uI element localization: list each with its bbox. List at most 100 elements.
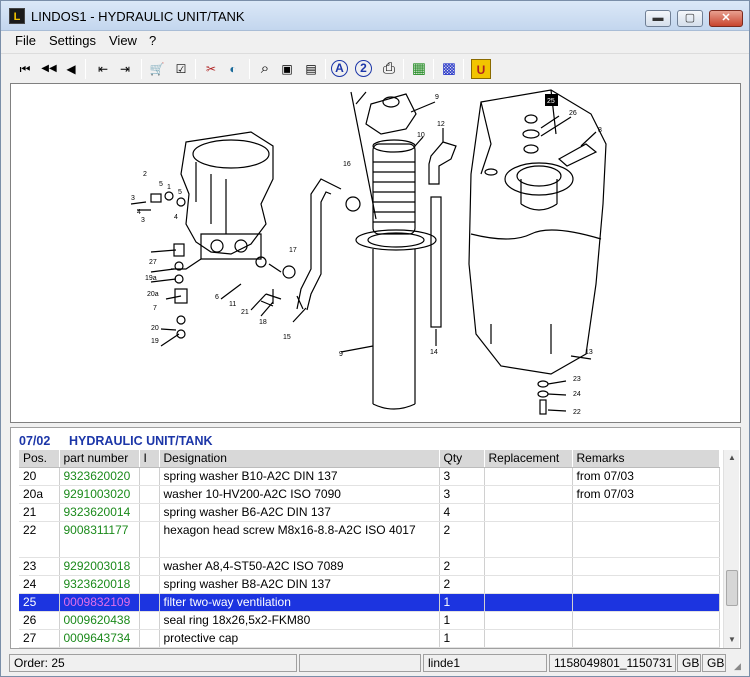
cell-replacement [484,467,573,486]
page-corner-icon[interactable]: ▤ [301,59,321,79]
cell-qty: 1 [439,629,485,648]
cell-pos: 20 [19,467,60,486]
menu-help[interactable]: ? [147,33,158,48]
cell-qty: 2 [439,557,485,576]
search-a-icon[interactable]: A [331,60,348,77]
scroll-thumb[interactable] [726,570,738,606]
title-bar[interactable]: L LINDOS1 - HYDRAULIC UNIT/TANK ▬ ▢ ✕ [1,1,749,31]
col-header-remarks[interactable]: Remarks [572,450,720,468]
table-row[interactable]: 20a 9291003020 washer 10-HV200-A2C ISO 7… [19,485,720,504]
maximize-button[interactable]: ▢ [677,10,703,27]
svg-text:2: 2 [143,171,147,178]
back-fast-icon[interactable]: ◀◀ [39,59,59,79]
book-icon[interactable]: ▦ [409,59,429,79]
resize-grip-icon[interactable]: ◢ [734,661,746,673]
cell-designation: filter two-way ventilation [159,593,440,612]
vertical-scrollbar[interactable]: ▲ ▼ [723,450,739,648]
cell-qty: 1 [439,593,485,612]
tools-icon[interactable]: ✂ [201,59,221,79]
globe-icon[interactable]: ◐ [223,59,243,79]
page-icon[interactable]: ▣ [277,59,297,79]
menu-view[interactable]: View [107,33,139,48]
svg-text:21: 21 [241,309,249,316]
svg-text:18: 18 [259,319,267,326]
svg-text:1: 1 [167,184,171,191]
svg-text:24: 24 [573,391,581,398]
cell-part-number: 9323620014 [59,503,140,522]
close-button[interactable]: ✕ [709,10,743,27]
toolbar-separator [141,59,142,79]
menu-settings[interactable]: Settings [47,33,98,48]
scroll-down-icon[interactable]: ▼ [724,632,740,648]
col-header-pos[interactable]: Pos. [19,450,60,468]
print-icon[interactable]: ⎙ [379,59,399,79]
cell-replacement [484,629,573,648]
status-order: Order: 25 [9,654,297,672]
minimize-button[interactable]: ▬ [645,10,671,27]
table-row[interactable]: 24 9323620018 spring washer B8-A2C DIN 1… [19,575,720,594]
svg-text:20a: 20a [147,291,159,298]
svg-text:26: 26 [569,110,577,117]
import-icon[interactable]: ⇥ [115,59,135,79]
status-field-empty [299,654,421,672]
cell-i [139,485,160,504]
svg-text:4: 4 [137,209,141,216]
status-user: linde1 [423,654,547,672]
toolbar-separator [403,59,404,79]
toolbar-separator [463,59,464,79]
cell-designation: seal ring 18x26,5x2-FKM80 [159,611,440,630]
cell-part-number: 9008311177 [59,521,140,558]
table-row[interactable]: 22 9008311177 hexagon head screw M8x16-8… [19,521,720,558]
cell-designation: spring washer B8-A2C DIN 137 [159,575,440,594]
first-icon[interactable]: ⏮ [15,59,35,79]
svg-text:23: 23 [573,376,581,383]
scroll-up-icon[interactable]: ▲ [724,450,740,466]
toolbar: ⏮ ◀◀ ◀ ⇤ ⇥ 🛒 ☑ ✂ ◐ ⌕ ▣ ▤ A 2 ⎙ ▦ ▩ U [1,53,749,83]
col-header-i[interactable]: I [139,450,160,468]
cell-designation: spring washer B6-A2C DIN 137 [159,503,440,522]
cell-pos: 21 [19,503,60,522]
u-icon[interactable]: U [471,59,491,79]
svg-text:10: 10 [417,132,425,139]
col-header-replacement[interactable]: Replacement [484,450,573,468]
table-row[interactable]: 27 0009643734 protective cap 1 [19,629,720,648]
cell-part-number: 9323620020 [59,467,140,486]
table-row-selected[interactable]: 25 0009832109 filter two-way ventilation… [19,593,720,612]
exploded-parts-drawing[interactable]: 9 10 12 26 8 2 5 1 5 3 4 4 3 16 27 19a 2… [10,83,741,423]
cell-pos: 22 [19,521,60,558]
section-heading: 07/02 HYDRAULIC UNIT/TANK [19,434,213,448]
svg-text:12: 12 [437,121,445,128]
table-row[interactable]: 26 0009620438 seal ring 18x26,5x2-FKM80 … [19,611,720,630]
back-icon[interactable]: ◀ [61,59,81,79]
grid-icon[interactable]: ▩ [439,59,459,79]
cell-pos: 27 [19,629,60,648]
col-header-qty[interactable]: Qty [439,450,485,468]
export-icon[interactable]: ⇤ [93,59,113,79]
cell-remarks [572,629,720,648]
cell-pos: 26 [19,611,60,630]
svg-text:14: 14 [430,349,438,356]
table-row[interactable]: 23 9292003018 washer A8,4-ST50-A2C ISO 7… [19,557,720,576]
search-2-icon[interactable]: 2 [355,60,372,77]
status-codes: 1158049801_1150731 [549,654,676,672]
cell-replacement [484,503,573,522]
col-header-part-number[interactable]: part number [59,450,140,468]
cell-replacement [484,593,573,612]
parts-table: Pos. part number I Designation Qty Repla… [19,450,720,648]
zoom-icon[interactable]: ⌕ [255,59,275,79]
cell-part-number: 0009832109 [59,593,140,612]
parts-diagram: 9 10 12 26 8 2 5 1 5 3 4 4 3 16 27 19a 2… [130,89,607,416]
cell-part-number: 0009643734 [59,629,140,648]
cell-qty: 3 [439,467,485,486]
table-row[interactable]: 21 9323620014 spring washer B6-A2C DIN 1… [19,503,720,522]
table-row[interactable]: 20 9323620020 spring washer B10-A2C DIN … [19,467,720,486]
cell-remarks [572,557,720,576]
window-title: LINDOS1 - HYDRAULIC UNIT/TANK [31,9,245,24]
cell-designation: spring washer B10-A2C DIN 137 [159,467,440,486]
clipboard-icon[interactable]: ☑ [171,59,191,79]
col-header-designation[interactable]: Designation [159,450,440,468]
menu-file[interactable]: File [13,33,38,48]
svg-text:11: 11 [229,301,236,308]
cell-pos: 23 [19,557,60,576]
cart-icon[interactable]: 🛒 [147,59,167,79]
